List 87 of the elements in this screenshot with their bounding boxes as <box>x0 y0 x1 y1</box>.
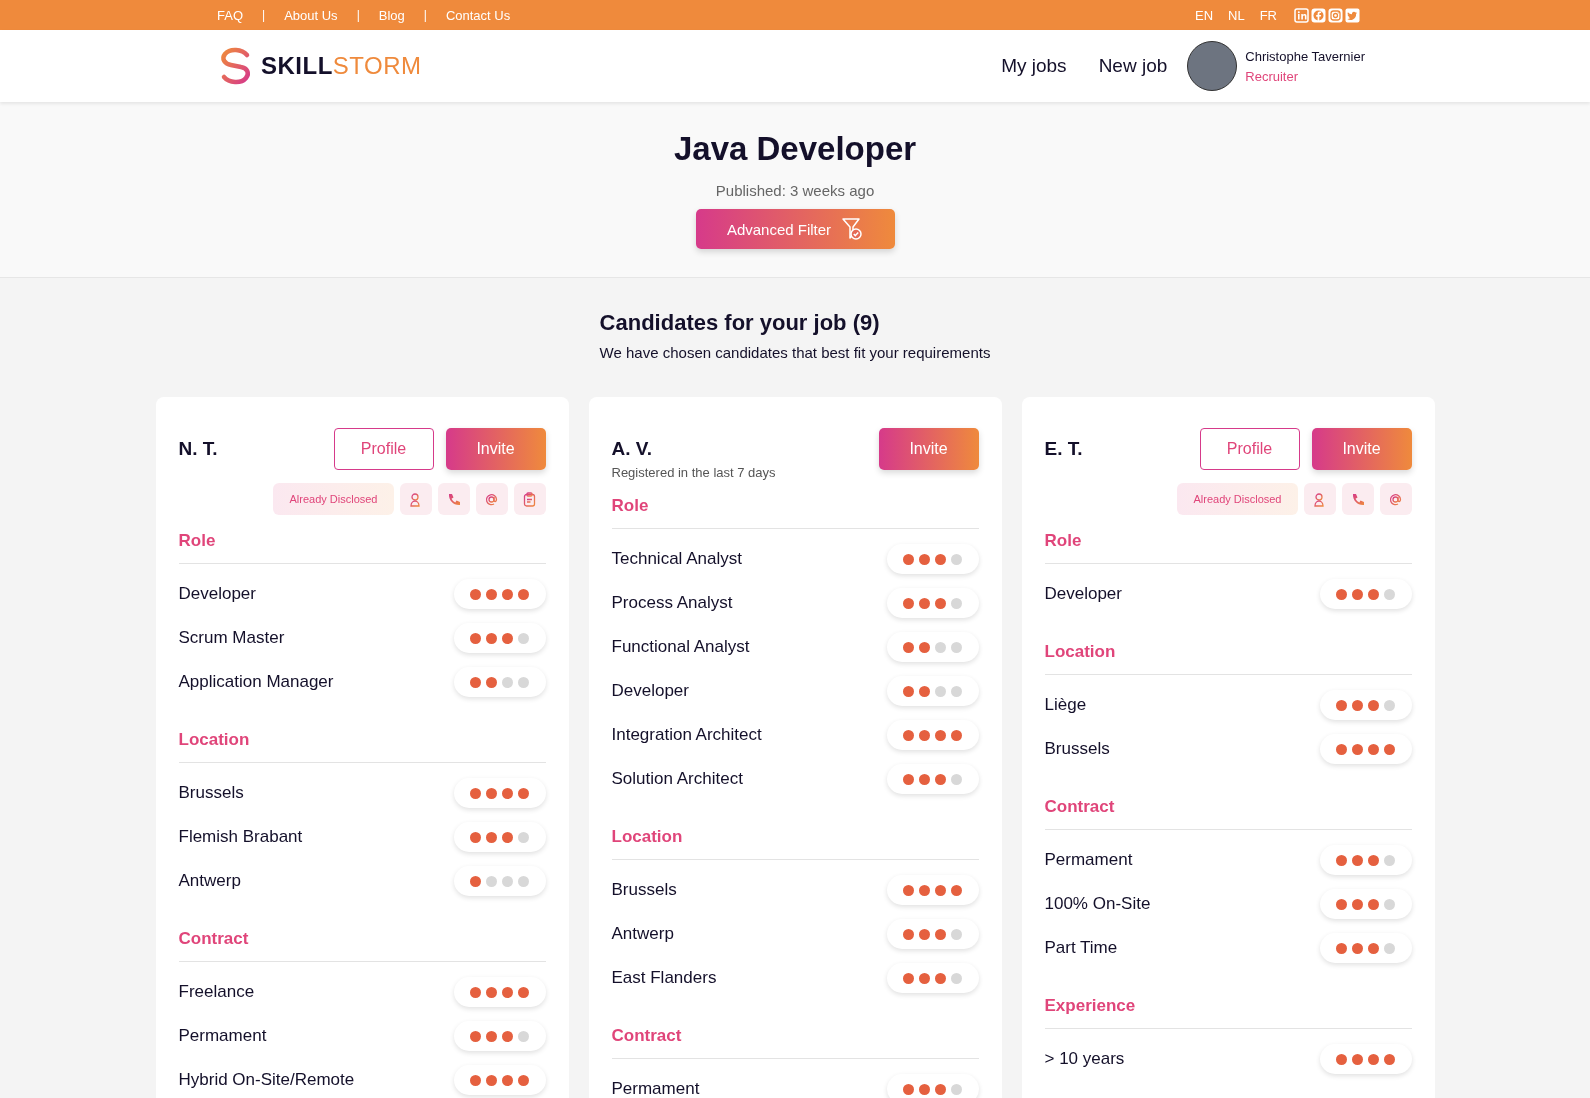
nav-link[interactable]: New job <box>1098 55 1168 77</box>
clipboard-icon <box>522 491 537 507</box>
criteria-label: Flemish Brabant <box>178 827 303 847</box>
criteria-label: Functional Analyst <box>611 637 750 657</box>
criteria-label: Solution Architect <box>611 769 743 789</box>
criteria-label: Process Analyst <box>611 593 733 613</box>
person-icon <box>408 491 423 507</box>
criteria-heading: Experience <box>1044 996 1412 1029</box>
criteria-label: Permament <box>178 1026 267 1046</box>
user-role: Recruiter <box>1245 68 1300 84</box>
social-media-icon[interactable] <box>1328 7 1343 23</box>
candidate-note: Registered in the last 7 days <box>611 465 776 480</box>
criteria-label: Brussels <box>611 880 677 900</box>
criteria-label: Developer <box>178 584 256 604</box>
phone-icon <box>1350 491 1365 507</box>
user-name: Christophe Tavernier <box>1245 48 1365 64</box>
contact-button[interactable] <box>475 483 508 515</box>
top-link[interactable]: FAQ <box>217 7 243 23</box>
criteria-label: Brussels <box>178 783 244 803</box>
contact-button[interactable] <box>1341 483 1374 515</box>
invite-button[interactable]: Invite <box>1311 428 1412 470</box>
language-link[interactable]: NL <box>1228 7 1245 23</box>
criteria-heading: Role <box>611 496 979 529</box>
candidate-name: A. V. <box>611 438 653 460</box>
person-icon <box>1312 491 1327 507</box>
separator: | <box>356 8 360 22</box>
avatar[interactable] <box>1187 41 1238 91</box>
criteria-label: Developer <box>1044 584 1122 604</box>
criteria-label: Developer <box>611 681 689 701</box>
criteria-label: Scrum Master <box>178 628 285 648</box>
criteria-label: Permament <box>1044 850 1133 870</box>
at-sign-icon <box>484 491 499 507</box>
filter-icon <box>841 217 864 241</box>
contact-button[interactable] <box>399 483 432 515</box>
contact-button[interactable] <box>1379 483 1412 515</box>
criteria-label: Antwerp <box>611 924 674 944</box>
social-media-icon[interactable] <box>1311 7 1326 23</box>
criteria-label: East Flanders <box>611 968 717 988</box>
criteria-label: Freelance <box>178 982 255 1002</box>
criteria-label: > 10 years <box>1044 1049 1125 1069</box>
invite-button[interactable]: Invite <box>878 428 979 470</box>
disclosed-tag: Already Disclosed <box>273 483 394 515</box>
separator: | <box>423 8 427 22</box>
criteria-heading: Location <box>611 827 979 860</box>
published-date: Published: 3 weeks ago <box>715 182 875 199</box>
criteria-heading: Location <box>178 730 546 763</box>
criteria-heading: Contract <box>611 1026 979 1059</box>
advanced-filter-button[interactable]: Advanced Filter <box>695 209 895 249</box>
section-subtitle: We have chosen candidates that best fit your requirements <box>599 344 991 361</box>
criteria-label: Technical Analyst <box>611 549 742 569</box>
at-sign-icon <box>1388 491 1403 507</box>
criteria-heading: Contract <box>178 929 546 962</box>
logo-text[interactable]: SKILLSTORM <box>261 52 422 80</box>
candidate-name: N. T. <box>178 438 218 460</box>
top-link[interactable]: About Us <box>284 7 338 23</box>
separator: | <box>262 8 266 22</box>
criteria-label: Application Manager <box>178 672 334 692</box>
language-link[interactable]: EN <box>1194 7 1214 23</box>
social-media-icon[interactable] <box>1345 7 1360 23</box>
phone-icon <box>446 491 461 507</box>
profile-button[interactable]: Profile <box>1199 428 1300 470</box>
criteria-label: Brussels <box>1044 739 1110 759</box>
candidate-name: E. T. <box>1044 438 1083 460</box>
profile-button[interactable]: Profile <box>333 428 434 470</box>
top-link[interactable]: Contact Us <box>445 7 511 23</box>
nav-link[interactable]: My jobs <box>1001 55 1067 77</box>
criteria-label: Part Time <box>1044 938 1118 958</box>
top-link[interactable]: Blog <box>378 7 405 23</box>
criteria-label: 100% On-Site <box>1044 894 1151 914</box>
criteria-label: Liège <box>1044 695 1087 715</box>
social-media-icon[interactable] <box>1294 7 1309 23</box>
criteria-heading: Role <box>178 531 546 564</box>
disclosed-tag: Already Disclosed <box>1177 483 1298 515</box>
language-link[interactable]: FR <box>1259 7 1277 23</box>
contact-button[interactable] <box>437 483 470 515</box>
criteria-label: Antwerp <box>178 871 241 891</box>
criteria-heading: Location <box>1044 642 1412 675</box>
invite-button[interactable]: Invite <box>445 428 546 470</box>
contact-button[interactable] <box>513 483 546 515</box>
contact-button[interactable] <box>1303 483 1336 515</box>
criteria-heading: Role <box>1044 531 1412 564</box>
section-title: Candidates for your job (9) <box>599 310 881 336</box>
criteria-label: Integration Architect <box>611 725 762 745</box>
criteria-label: Hybrid On-Site/Remote <box>178 1070 355 1090</box>
criteria-heading: Contract <box>1044 797 1412 830</box>
criteria-label: Permament <box>611 1079 700 1098</box>
job-title: Java Developer <box>673 130 917 168</box>
